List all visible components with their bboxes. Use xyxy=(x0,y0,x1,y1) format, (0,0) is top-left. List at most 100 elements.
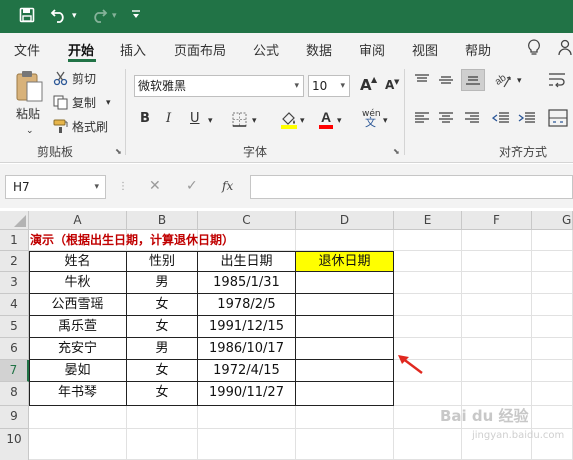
column-header-g[interactable]: G xyxy=(532,211,573,230)
tab-view[interactable]: 视图 xyxy=(412,40,438,59)
increase-indent-icon[interactable] xyxy=(518,111,536,128)
grid-cell[interactable] xyxy=(462,316,532,338)
cell-name[interactable]: 充安宁 xyxy=(29,338,127,360)
cell-retire-date[interactable] xyxy=(296,272,394,294)
column-header-b[interactable]: B xyxy=(127,211,198,230)
align-middle-icon[interactable] xyxy=(438,73,454,90)
underline-dropdown-icon[interactable]: ▾ xyxy=(208,113,213,129)
cut-icon[interactable] xyxy=(53,71,68,89)
row-header-1[interactable]: 1 xyxy=(0,230,29,251)
cell-retire-date[interactable] xyxy=(296,294,394,316)
tab-review[interactable]: 审阅 xyxy=(359,40,385,59)
grid-cell[interactable] xyxy=(394,230,462,251)
row-header-4[interactable]: 4 xyxy=(0,294,29,316)
cell-gender[interactable]: 女 xyxy=(127,360,198,382)
grid-cell[interactable] xyxy=(462,360,532,382)
cell-retire-date[interactable] xyxy=(296,360,394,382)
column-header-d[interactable]: D xyxy=(296,211,394,230)
cell-name[interactable]: 晏如 xyxy=(29,360,127,382)
grid-cell[interactable] xyxy=(532,272,573,294)
fill-color-icon[interactable] xyxy=(280,110,298,132)
tab-file[interactable]: 文件 xyxy=(14,40,40,59)
column-header-c[interactable]: C xyxy=(198,211,296,230)
column-header-e[interactable]: E xyxy=(394,211,462,230)
phonetic-dropdown-icon[interactable]: ▾ xyxy=(383,113,388,129)
column-header-f[interactable]: F xyxy=(462,211,532,230)
row-header-2[interactable]: 2 xyxy=(0,251,29,272)
grid-cell[interactable] xyxy=(462,272,532,294)
grid-cell[interactable] xyxy=(532,294,573,316)
grid-cell[interactable] xyxy=(127,406,198,429)
grid-cell[interactable] xyxy=(127,429,198,460)
cell-birth-date[interactable]: 1985/1/31 xyxy=(198,272,296,294)
font-size-select[interactable]: 10 ▾ xyxy=(308,75,350,97)
undo-dropdown-icon[interactable]: ▾ xyxy=(72,7,77,25)
bold-button[interactable]: B xyxy=(140,111,150,126)
name-box[interactable]: H7 ▾ xyxy=(5,175,106,199)
font-launcher-icon[interactable]: ⬊ xyxy=(393,147,400,156)
grid-cell[interactable] xyxy=(462,382,532,406)
clipboard-launcher-icon[interactable]: ⬊ xyxy=(115,147,122,156)
select-all-corner[interactable] xyxy=(0,211,29,230)
grid-cell[interactable] xyxy=(462,294,532,316)
grid-cell[interactable] xyxy=(462,230,532,251)
align-right-icon[interactable] xyxy=(464,111,480,128)
format-painter-button[interactable]: 格式刷 xyxy=(72,119,108,135)
cell-gender[interactable]: 男 xyxy=(127,272,198,294)
cell-retire-date[interactable] xyxy=(296,382,394,406)
cell-name[interactable]: 年书琴 xyxy=(29,382,127,406)
tab-data[interactable]: 数据 xyxy=(306,40,332,59)
paste-dropdown-icon[interactable]: ⌄ xyxy=(26,123,34,139)
decrease-indent-icon[interactable] xyxy=(491,111,510,128)
grow-font-button[interactable]: A xyxy=(360,76,372,94)
undo-icon[interactable] xyxy=(50,7,68,28)
cell-name[interactable]: 牛秋 xyxy=(29,272,127,294)
save-icon[interactable] xyxy=(19,7,35,28)
copy-dropdown-icon[interactable]: ▾ xyxy=(106,95,111,111)
row-header-9[interactable]: 9 xyxy=(0,406,29,429)
sheet-title[interactable]: 演示（根据出生日期，计算退休日期） xyxy=(30,230,234,251)
cell-gender[interactable]: 女 xyxy=(127,294,198,316)
grid-cell[interactable] xyxy=(394,251,462,272)
share-icon[interactable] xyxy=(558,39,573,60)
font-color-dropdown-icon[interactable]: ▾ xyxy=(337,113,342,129)
header-name[interactable]: 姓名 xyxy=(29,251,127,272)
grid-cell[interactable] xyxy=(532,251,573,272)
header-birth-date[interactable]: 出生日期 xyxy=(198,251,296,272)
row-header-10[interactable]: 10 xyxy=(0,429,29,460)
grid-cell[interactable] xyxy=(198,429,296,460)
formula-input[interactable] xyxy=(250,175,573,199)
header-retire-date[interactable]: 退休日期 xyxy=(296,251,394,272)
font-name-select[interactable]: 微软雅黑 ▾ xyxy=(134,75,304,97)
paste-button[interactable]: 粘贴 xyxy=(16,106,40,122)
column-header-a[interactable]: A xyxy=(29,211,127,230)
grid-cell[interactable] xyxy=(29,406,127,429)
grid-cell[interactable] xyxy=(462,251,532,272)
copy-icon[interactable] xyxy=(53,95,68,113)
align-left-icon[interactable] xyxy=(414,111,430,128)
wrap-text-icon[interactable] xyxy=(548,71,566,92)
shrink-font-button[interactable]: A xyxy=(385,78,394,92)
cell-name[interactable]: 禹乐萱 xyxy=(29,316,127,338)
borders-dropdown-icon[interactable]: ▾ xyxy=(252,113,257,129)
grid-cell[interactable] xyxy=(29,429,127,460)
enter-icon[interactable]: ✓ xyxy=(186,178,198,194)
grid-cell[interactable] xyxy=(296,406,394,429)
tab-formulas[interactable]: 公式 xyxy=(253,40,279,59)
underline-button[interactable]: U xyxy=(190,111,200,126)
tab-insert[interactable]: 插入 xyxy=(120,40,146,59)
align-top-icon[interactable] xyxy=(414,73,430,90)
customize-quick-access-icon[interactable] xyxy=(131,7,141,28)
copy-button[interactable]: 复制 xyxy=(72,95,96,111)
font-color-icon[interactable]: A xyxy=(318,109,334,132)
cut-button[interactable]: 剪切 xyxy=(72,71,96,87)
grid-cell[interactable] xyxy=(296,429,394,460)
orientation-dropdown-icon[interactable]: ▾ xyxy=(517,73,522,89)
align-center-icon[interactable] xyxy=(438,111,454,128)
cell-birth-date[interactable]: 1972/4/15 xyxy=(198,360,296,382)
cell-birth-date[interactable]: 1986/10/17 xyxy=(198,338,296,360)
cell-name[interactable]: 公西雪瑶 xyxy=(29,294,127,316)
grid-cell[interactable] xyxy=(296,230,394,251)
lightbulb-icon[interactable] xyxy=(527,39,541,60)
redo-dropdown-icon[interactable]: ▾ xyxy=(112,7,117,25)
